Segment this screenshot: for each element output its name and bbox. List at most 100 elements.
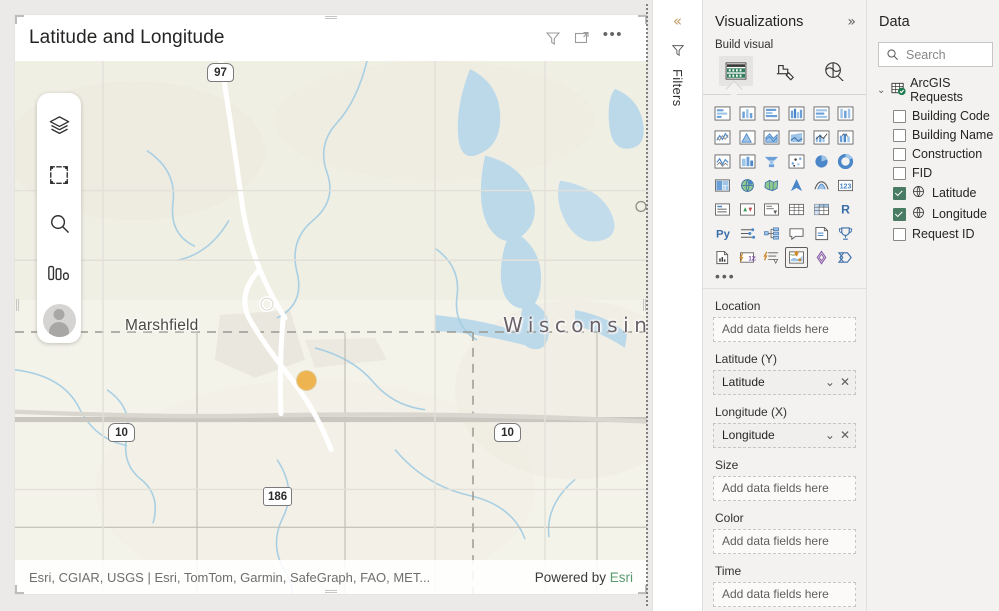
visual-type-treemap[interactable] bbox=[711, 175, 734, 196]
basemap-avatar-icon[interactable] bbox=[37, 297, 81, 343]
map-data-point[interactable] bbox=[297, 371, 316, 390]
visualizations-pane[interactable]: Visualizations » Build visual 123 R Py 1… bbox=[702, 0, 866, 611]
visual-type-scatter-chart[interactable] bbox=[785, 151, 808, 172]
visual-type-card[interactable] bbox=[711, 199, 734, 220]
search-input[interactable]: Search bbox=[878, 42, 993, 67]
visual-type-power-automate[interactable] bbox=[760, 247, 783, 268]
well-latitude-y[interactable]: Latitude ⌄ ✕ bbox=[713, 369, 856, 395]
field-row[interactable]: Building Code bbox=[867, 104, 999, 123]
visual-type-clustered-bar-chart[interactable] bbox=[760, 103, 783, 124]
visual-type-clustered-column-chart[interactable] bbox=[785, 103, 808, 124]
visual-type-area-chart[interactable] bbox=[736, 127, 759, 148]
field-row[interactable]: Longitude bbox=[867, 201, 999, 222]
visual-type-100-stacked-column-chart[interactable] bbox=[834, 103, 857, 124]
remove-field-icon[interactable]: ✕ bbox=[840, 429, 850, 441]
filters-pane-collapsed[interactable]: « Filters bbox=[652, 0, 702, 611]
map-visual-container[interactable]: Latitude and Longitude ••• Marshfield Wi… bbox=[14, 14, 648, 595]
resize-handle[interactable] bbox=[325, 590, 337, 593]
filter-icon[interactable] bbox=[545, 30, 561, 46]
well-longitude-x[interactable]: Longitude ⌄ ✕ bbox=[713, 422, 856, 448]
tab-analytics[interactable] bbox=[817, 56, 851, 86]
visual-type-donut-chart[interactable] bbox=[834, 151, 857, 172]
data-pane[interactable]: Data Search ⌄ ArcGIS Requests Building C… bbox=[866, 0, 999, 611]
focus-mode-icon[interactable] bbox=[574, 30, 590, 46]
visual-type-azure-synapse[interactable] bbox=[834, 247, 857, 268]
visual-type-kpi[interactable] bbox=[760, 199, 783, 220]
field-row[interactable]: Construction bbox=[867, 142, 999, 161]
expand-filters-icon[interactable]: « bbox=[673, 14, 682, 29]
field-checkbox[interactable] bbox=[893, 166, 906, 180]
collapse-visualizations-icon[interactable]: » bbox=[847, 15, 856, 29]
visual-type-line-chart[interactable] bbox=[711, 127, 734, 148]
resize-handle[interactable] bbox=[15, 585, 17, 594]
field-row[interactable]: Building Name bbox=[867, 123, 999, 142]
visual-type-table[interactable] bbox=[785, 199, 808, 220]
well-time[interactable]: Add data fields here bbox=[713, 581, 856, 607]
visual-type-smart-narrative[interactable] bbox=[810, 223, 833, 244]
field-checkbox[interactable] bbox=[893, 128, 906, 142]
visual-type-azure-map[interactable] bbox=[810, 175, 833, 196]
visual-type-funnel-chart[interactable] bbox=[736, 151, 759, 172]
visual-type-py-script-visual[interactable]: Py bbox=[711, 223, 734, 244]
field-checkbox[interactable] bbox=[893, 147, 906, 161]
data-table-arcgis-requests[interactable]: ⌄ ArcGIS Requests bbox=[867, 67, 999, 104]
visual-type-arcgis-maps-for-power-bi[interactable] bbox=[784, 246, 808, 268]
esri-brand-link[interactable]: Esri bbox=[610, 570, 633, 585]
map-toolbar[interactable] bbox=[37, 93, 81, 343]
resize-handle[interactable] bbox=[325, 16, 337, 19]
visual-type-qa-visual[interactable] bbox=[785, 223, 808, 244]
more-options-icon[interactable]: ••• bbox=[603, 27, 623, 45]
layers-icon[interactable] bbox=[37, 101, 81, 150]
well-location[interactable]: Add data fields here bbox=[713, 316, 856, 342]
selection-tool-icon[interactable] bbox=[37, 150, 81, 199]
visual-type-gallery[interactable]: 123 R Py 123 bbox=[703, 97, 866, 268]
chevron-down-icon[interactable]: ⌄ bbox=[825, 376, 835, 388]
visual-type-waterfall-chart[interactable] bbox=[711, 151, 734, 172]
analysis-icon[interactable] bbox=[37, 248, 81, 297]
visual-type-metrics[interactable] bbox=[834, 223, 857, 244]
visual-type-visio-visual[interactable] bbox=[810, 247, 833, 268]
remove-field-icon[interactable]: ✕ bbox=[840, 376, 850, 388]
visual-type-stacked-column-chart[interactable] bbox=[736, 103, 759, 124]
visual-type-paginated-report[interactable] bbox=[711, 247, 734, 268]
visual-type-line-clustered-column-chart[interactable] bbox=[810, 127, 833, 148]
field-checkbox[interactable] bbox=[893, 109, 906, 123]
visual-type-decomposition-tree[interactable] bbox=[760, 223, 783, 244]
visual-type-matrix[interactable] bbox=[810, 199, 833, 220]
visual-type-line-stacked-column-chart[interactable] bbox=[785, 127, 808, 148]
arcgis-map[interactable]: Marshfield Wisconsin 97 10 10 186 Esri, … bbox=[15, 61, 647, 594]
visual-type-pie-chart[interactable] bbox=[810, 151, 833, 172]
well-color[interactable]: Add data fields here bbox=[713, 528, 856, 554]
resize-handle[interactable] bbox=[15, 15, 17, 24]
field-row[interactable]: Latitude bbox=[867, 180, 999, 201]
visual-type-power-apps[interactable]: 123 bbox=[736, 247, 759, 268]
search-icon[interactable] bbox=[37, 199, 81, 248]
visual-type-shape-map[interactable] bbox=[785, 175, 808, 196]
chevron-down-icon[interactable]: ⌄ bbox=[825, 429, 835, 441]
visual-type-filled-map[interactable] bbox=[760, 175, 783, 196]
more-visual-types-icon[interactable]: ••• bbox=[703, 268, 866, 286]
tab-format-visual[interactable] bbox=[768, 56, 802, 86]
report-canvas[interactable]: Latitude and Longitude ••• Marshfield Wi… bbox=[0, 0, 652, 611]
powered-by-esri[interactable]: Powered by Esri bbox=[535, 570, 633, 585]
field-row[interactable]: Request ID bbox=[867, 222, 999, 241]
visual-type-key-influencers[interactable] bbox=[736, 223, 759, 244]
well-size[interactable]: Add data fields here bbox=[713, 475, 856, 501]
visual-type-r-script-visual[interactable]: R bbox=[834, 199, 857, 220]
filter-icon[interactable] bbox=[671, 43, 685, 62]
visual-type-multi-row-card[interactable] bbox=[736, 199, 759, 220]
chevron-down-icon[interactable]: ⌄ bbox=[877, 85, 887, 96]
visual-type-stacked-area-chart[interactable] bbox=[760, 127, 783, 148]
visual-type-100-stacked-bar-chart[interactable] bbox=[810, 103, 833, 124]
field-checkbox[interactable] bbox=[893, 207, 906, 221]
visual-type-gauge[interactable]: 123 bbox=[834, 175, 857, 196]
visual-type-ribbon-chart[interactable] bbox=[834, 127, 857, 148]
field-row[interactable]: FID bbox=[867, 161, 999, 180]
field-checkbox[interactable] bbox=[893, 186, 906, 200]
resize-handle[interactable] bbox=[16, 298, 19, 311]
visual-type-map[interactable] bbox=[736, 175, 759, 196]
canvas-scrollbar[interactable] bbox=[642, 0, 652, 611]
visual-type-funnel[interactable] bbox=[760, 151, 783, 172]
visual-type-stacked-bar-chart[interactable] bbox=[711, 103, 734, 124]
field-checkbox[interactable] bbox=[893, 227, 906, 241]
